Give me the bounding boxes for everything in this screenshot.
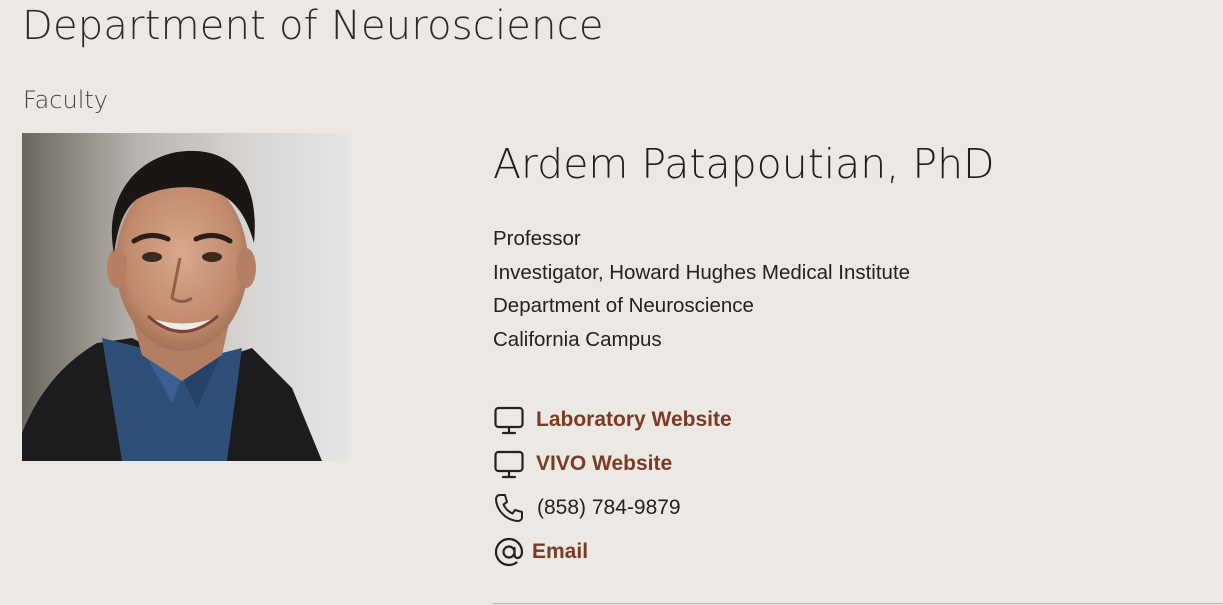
title-department: Department of Neuroscience	[493, 294, 754, 318]
faculty-name: Ardem Patapoutian, PhD	[493, 140, 995, 188]
section-label-faculty: Faculty	[23, 86, 108, 114]
monitor-icon	[493, 403, 527, 437]
vivo-website-link[interactable]: VIVO Website	[536, 452, 672, 476]
title-campus: California Campus	[493, 328, 662, 352]
faculty-portrait-photo	[22, 133, 350, 461]
phone-icon	[493, 491, 527, 525]
monitor-icon	[493, 447, 527, 481]
laboratory-website-link[interactable]: Laboratory Website	[536, 408, 732, 432]
contact-item-email: Email	[493, 530, 732, 574]
faculty-titles-list: Professor Investigator, Howard Hughes Me…	[493, 222, 910, 357]
phone-number[interactable]: (858) 784-9879	[537, 496, 681, 520]
contact-item-vivo-website: VIVO Website	[493, 442, 732, 486]
contact-item-lab-website: Laboratory Website	[493, 398, 732, 442]
section-divider	[493, 603, 1223, 604]
contact-list: Laboratory Website VIVO Website (858) 78…	[493, 398, 732, 574]
at-sign-icon	[493, 535, 527, 569]
contact-item-phone: (858) 784-9879	[493, 486, 732, 530]
title-affiliation: Investigator, Howard Hughes Medical Inst…	[493, 260, 911, 284]
department-title: Department of Neuroscience	[22, 3, 604, 49]
title-position: Professor	[493, 227, 581, 250]
email-link[interactable]: Email	[532, 540, 588, 564]
